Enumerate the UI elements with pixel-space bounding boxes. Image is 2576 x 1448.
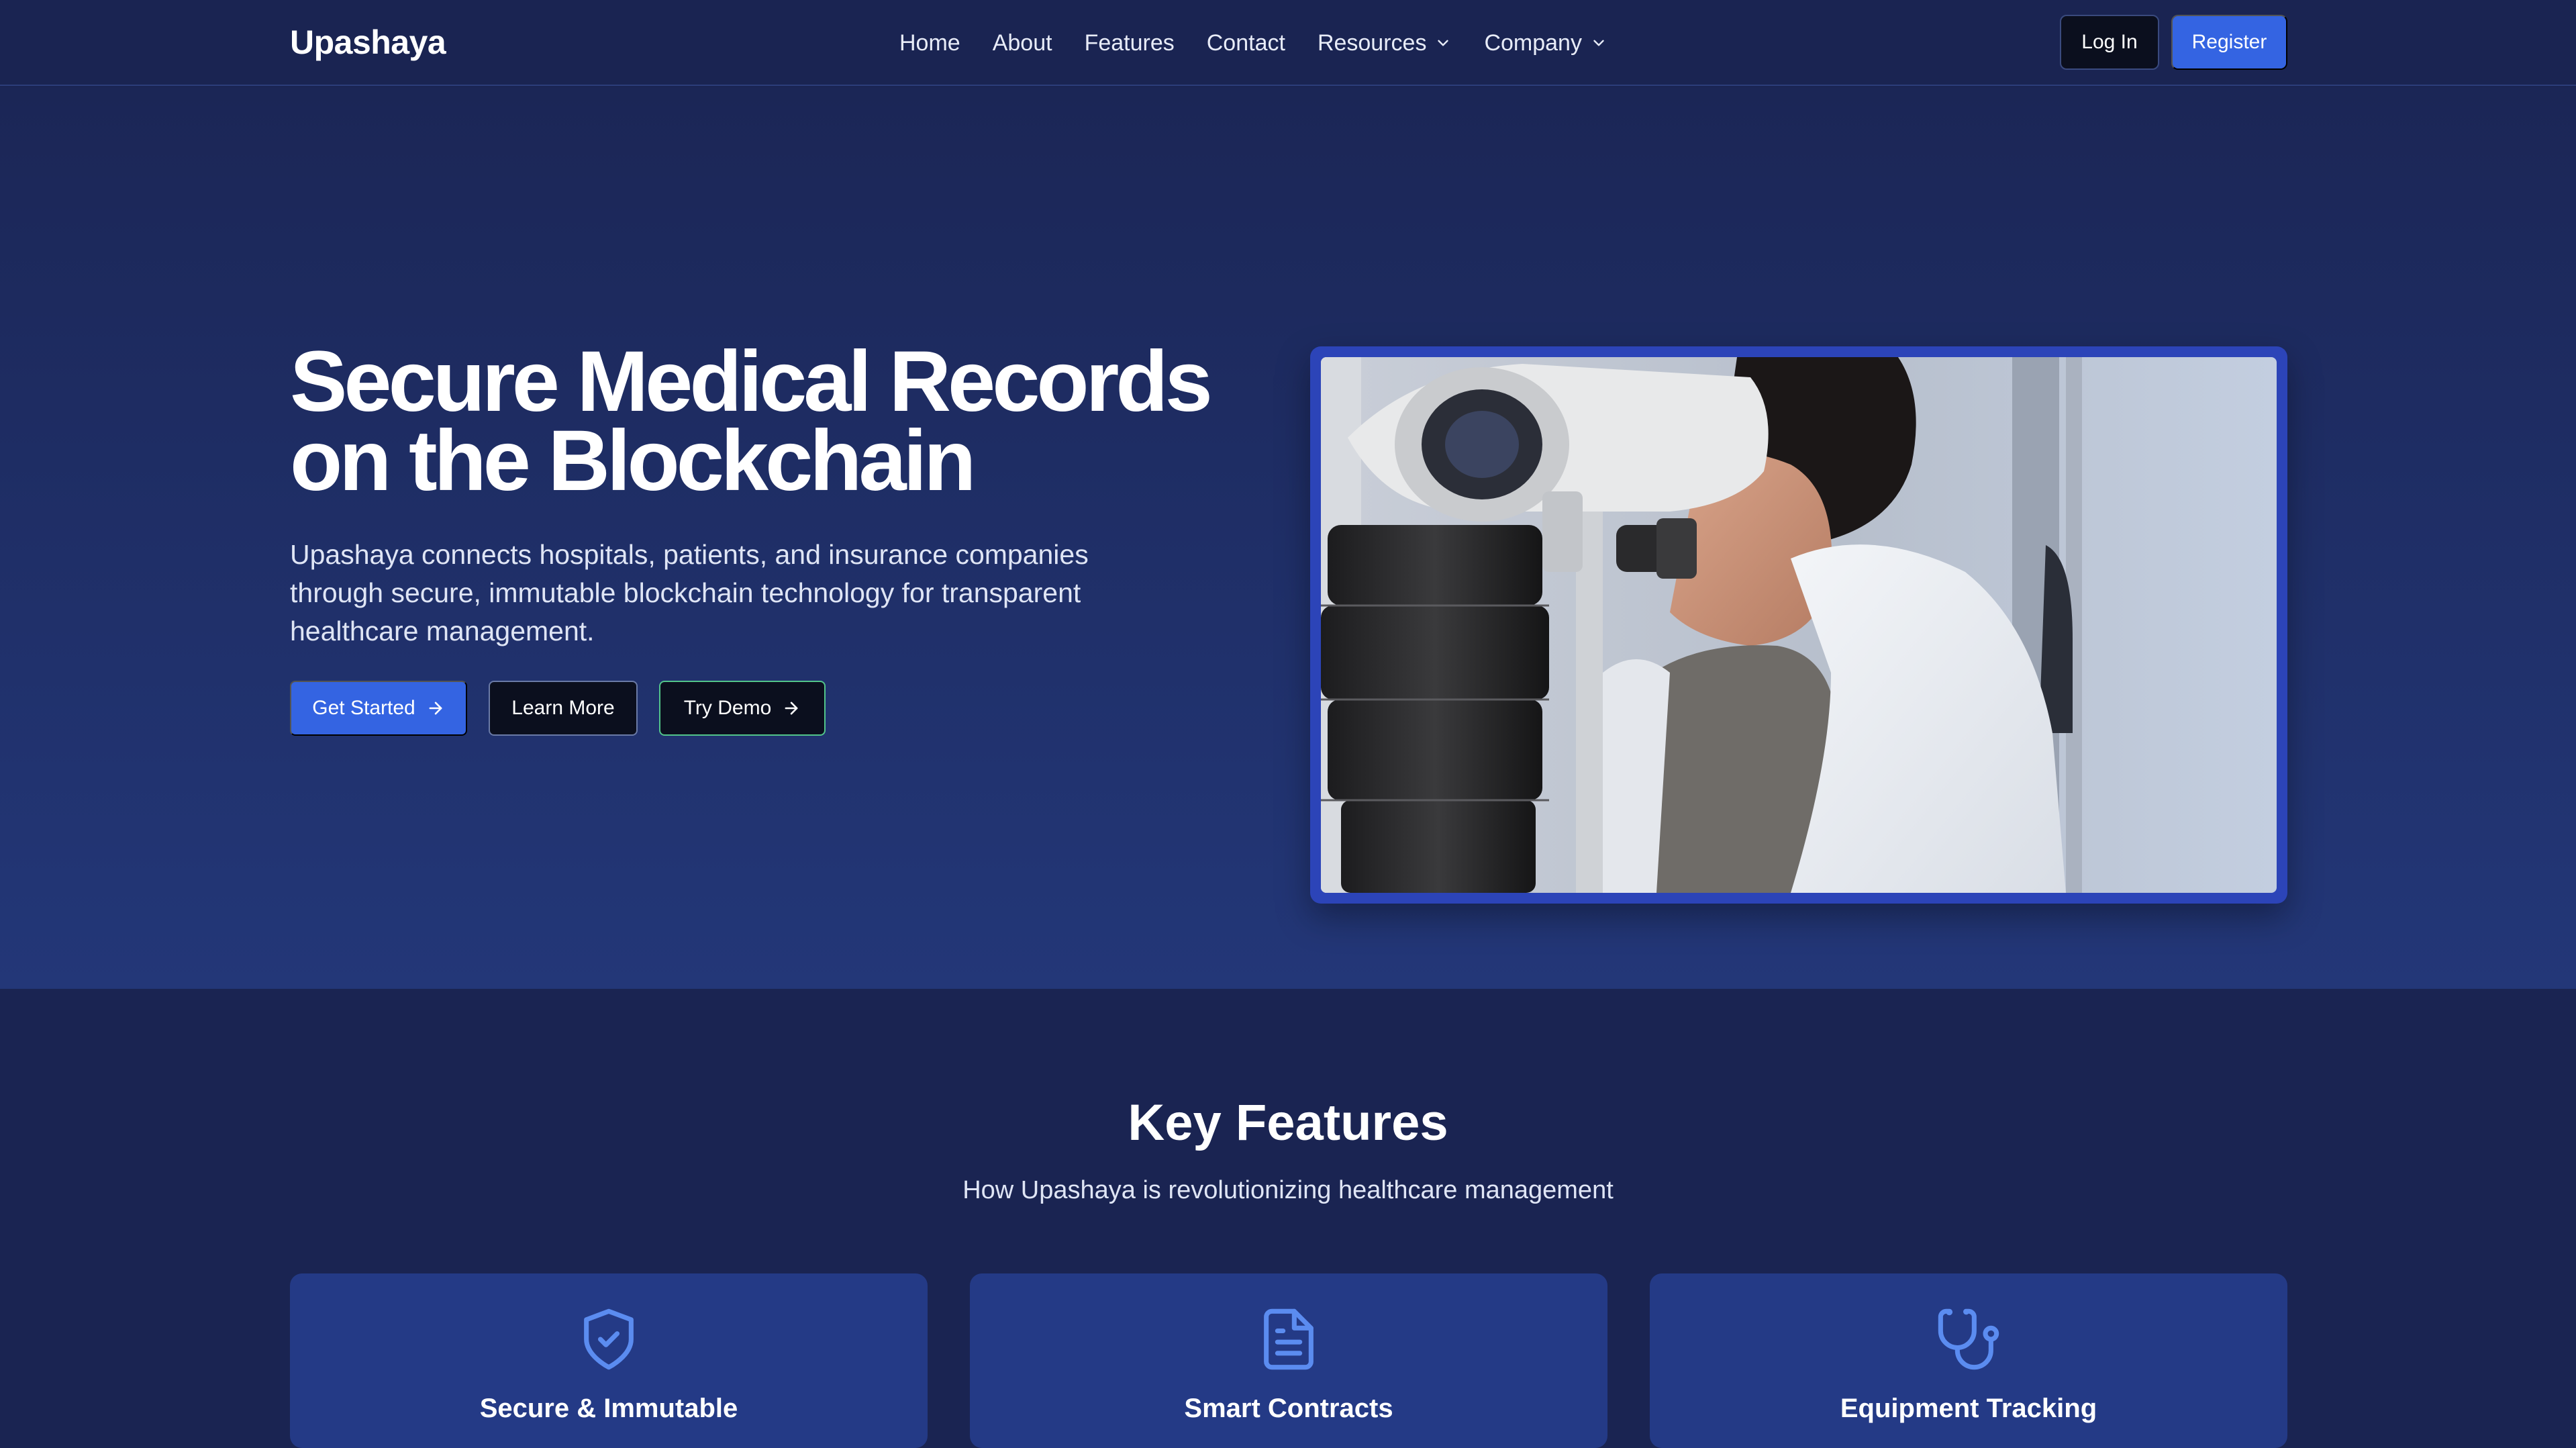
- login-button[interactable]: Log In: [2060, 15, 2159, 70]
- nav-dropdown-company[interactable]: Company: [1484, 26, 1607, 60]
- feature-card-smart-contracts: Smart Contracts: [970, 1273, 1607, 1448]
- feature-card-title: Secure & Immutable: [479, 1394, 738, 1423]
- try-demo-label: Try Demo: [683, 697, 772, 719]
- get-started-label: Get Started: [312, 697, 415, 719]
- chevron-down-icon: [1438, 40, 1449, 46]
- learn-more-button[interactable]: Learn More: [489, 681, 638, 736]
- hero-image-frame: [1310, 346, 2287, 904]
- nav-dropdown-resources[interactable]: Resources: [1318, 26, 1452, 60]
- chevron-down-icon: [1593, 40, 1604, 46]
- brand-logo[interactable]: Upashaya: [290, 20, 446, 64]
- document-icon: [1264, 1308, 1314, 1370]
- nav-link-about[interactable]: About: [993, 26, 1052, 60]
- try-demo-button[interactable]: Try Demo: [659, 681, 826, 736]
- nav-links: Home About Features Contact Resources Co…: [899, 26, 1607, 60]
- feature-card-title: Smart Contracts: [1184, 1394, 1393, 1423]
- stethoscope-icon: [1938, 1308, 1999, 1370]
- get-started-button[interactable]: Get Started: [290, 681, 467, 736]
- nav-dropdown-company-label: Company: [1484, 30, 1582, 56]
- feature-card-secure: Secure & Immutable: [290, 1273, 928, 1448]
- hero-subtitle: Upashaya connects hospitals, patients, a…: [290, 539, 1089, 646]
- arrow-right-icon: [429, 702, 442, 715]
- key-features-section: Key Features How Upashaya is revolutioni…: [0, 989, 2576, 1448]
- hero-buttons: Get Started Learn More Try Demo: [290, 681, 826, 736]
- shield-check-icon: [584, 1308, 634, 1370]
- nav-link-features[interactable]: Features: [1085, 26, 1175, 60]
- features-subtitle: How Upashaya is revolutionizing healthca…: [962, 1176, 1614, 1204]
- feature-card-equipment-tracking: Equipment Tracking: [1650, 1273, 2287, 1448]
- nav-link-contact[interactable]: Contact: [1207, 26, 1285, 60]
- hero-title: Secure Medical Records on the Blockchain: [290, 334, 1213, 509]
- hero-section: Secure Medical Records on the Blockchain…: [0, 87, 2576, 989]
- register-button[interactable]: Register: [2171, 15, 2287, 70]
- arrow-right-icon: [785, 702, 798, 715]
- feature-card-title: Equipment Tracking: [1840, 1394, 2097, 1423]
- nav-dropdown-resources-label: Resources: [1317, 30, 1427, 56]
- ophthalmology-microscope-photo: [1321, 357, 2277, 893]
- nav-link-home[interactable]: Home: [899, 26, 960, 60]
- top-navbar: Upashaya Home About Features Contact Res…: [0, 0, 2576, 86]
- features-title: Key Features: [1128, 1094, 1448, 1151]
